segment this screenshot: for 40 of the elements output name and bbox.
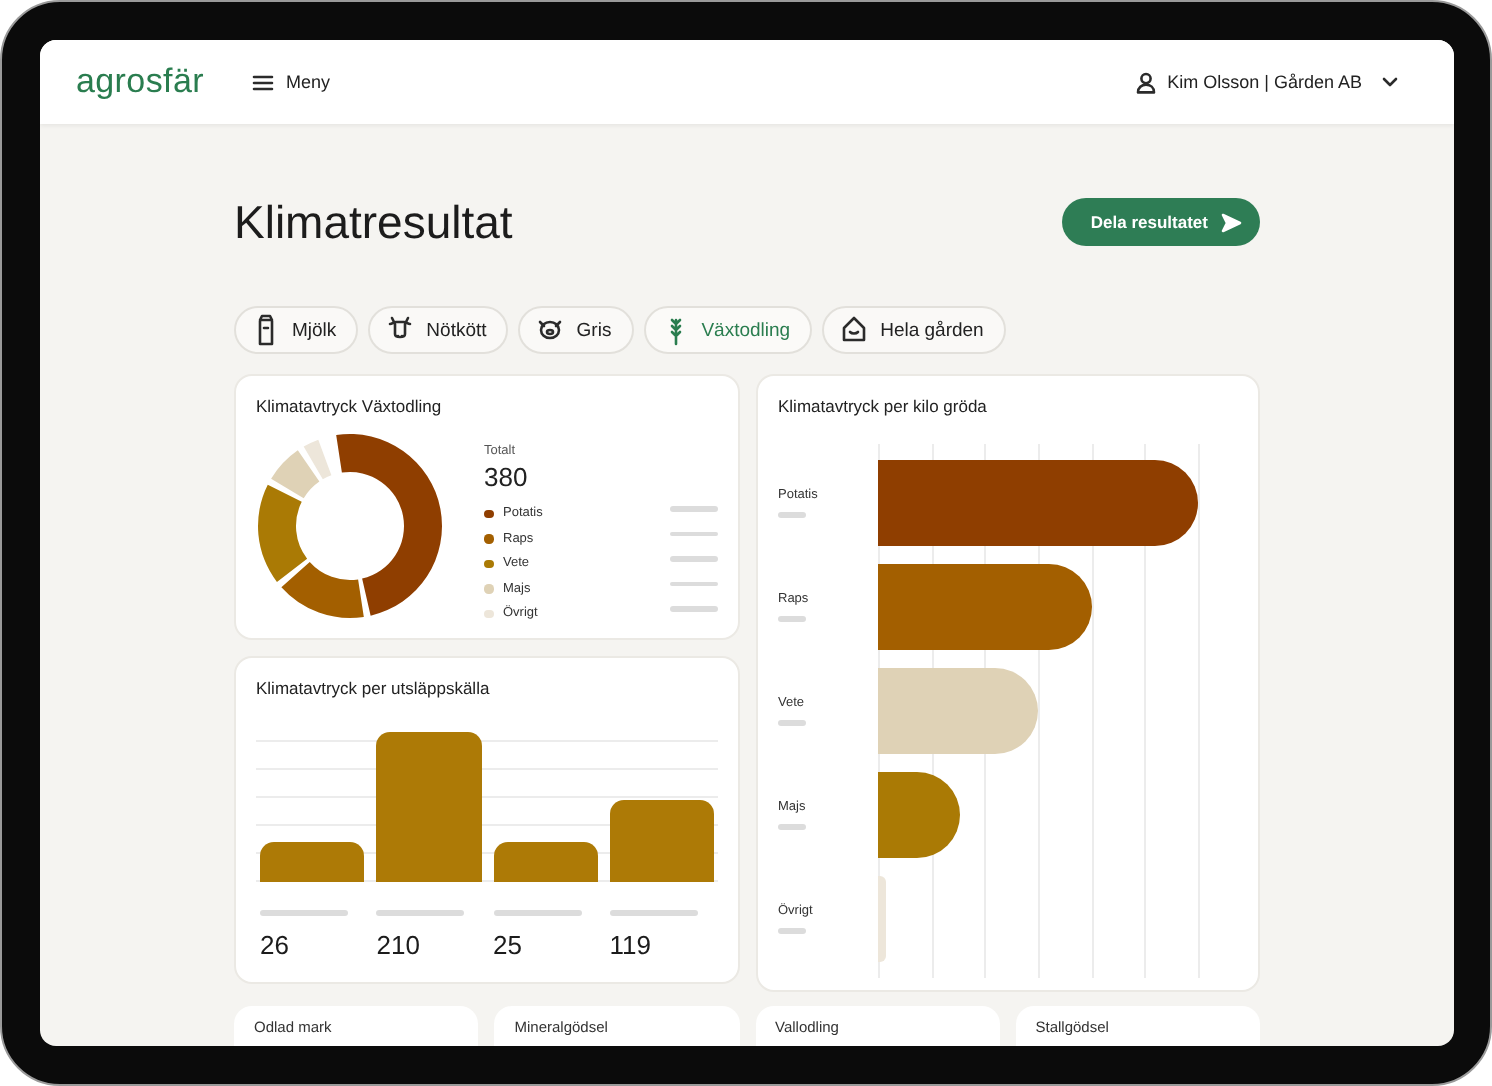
chevron-down-icon: [1382, 76, 1398, 88]
logo[interactable]: agrosfär: [76, 62, 204, 102]
share-button[interactable]: Dela resultatet: [1062, 198, 1260, 246]
category-tab[interactable]: Hela gården: [822, 306, 1006, 354]
house-icon: [840, 314, 869, 346]
placeholder-line: [778, 616, 806, 622]
placeholder-line: [260, 910, 348, 915]
placeholder-line: [376, 910, 465, 915]
card-title: Klimatavtryck Växtodling: [256, 396, 444, 416]
value-label: 25: [493, 929, 524, 959]
category-tab[interactable]: Växtodling: [643, 306, 813, 354]
page-title: Klimatresultat: [234, 195, 513, 249]
placeholder-line: [778, 720, 806, 726]
send-icon: [1220, 211, 1242, 233]
chart-bar: [493, 842, 598, 882]
category-tab[interactable]: Gris: [518, 306, 634, 354]
value-label: 210: [376, 929, 422, 959]
placeholder-line: [670, 581, 718, 586]
user-icon: [1135, 71, 1156, 93]
menu-link[interactable]: Meny: [285, 72, 330, 92]
user-account-menu[interactable]: Kim Olsson | Gården AB: [1167, 72, 1362, 92]
placeholder-line: [670, 531, 718, 536]
placeholder-line: [670, 556, 718, 561]
category-tab[interactable]: Mjölk: [234, 306, 359, 354]
menu-icon: [251, 73, 274, 91]
placeholder-line: [778, 928, 806, 934]
placeholder-line: [670, 606, 718, 611]
category-tab[interactable]: Nötkött: [368, 306, 509, 354]
chart-bar: [609, 800, 714, 882]
placeholder-line: [778, 512, 806, 518]
placeholder-line: [609, 910, 698, 915]
card-title: Klimatavtryck per kilo gröda: [778, 396, 989, 416]
total-value: 380: [484, 462, 530, 492]
placeholder-line: [778, 824, 806, 830]
value-label: 26: [260, 929, 291, 959]
placeholder-line: [493, 910, 581, 915]
card-title: Klimatavtryck per utsläppskälla: [256, 678, 492, 698]
placeholder-line: [670, 506, 718, 511]
value-label: 119: [609, 929, 653, 959]
chart-bar: [260, 842, 365, 882]
